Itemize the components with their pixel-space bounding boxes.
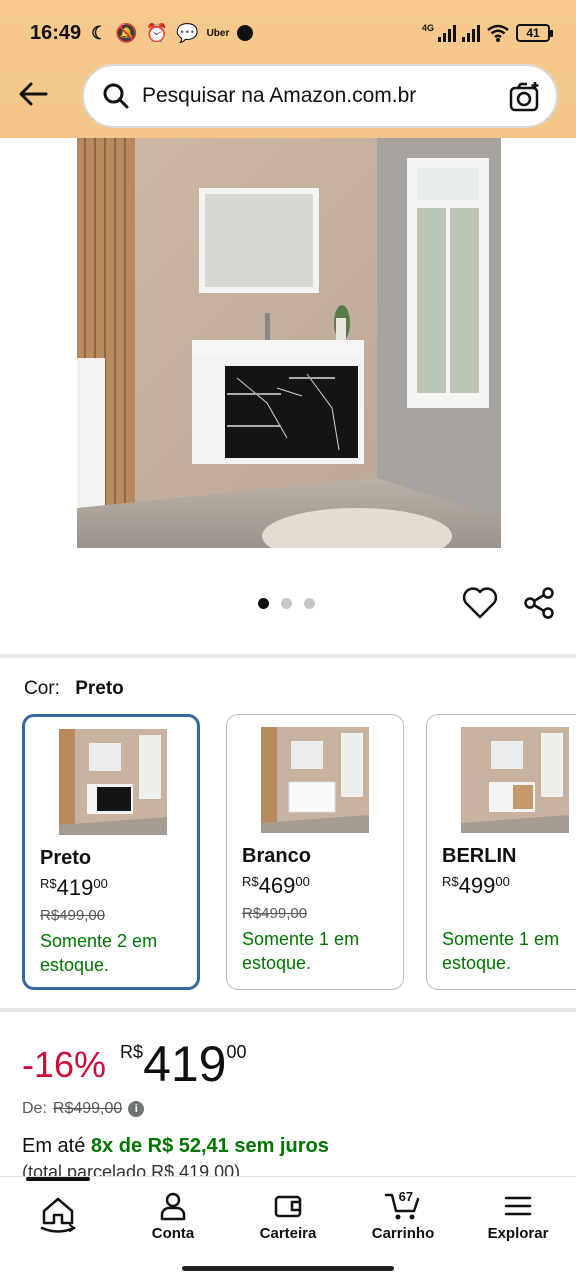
nav-carteira[interactable]: Carteira (238, 1191, 338, 1242)
variant-thumbnail (461, 727, 569, 833)
price-cents: 00 (226, 1042, 247, 1062)
variant-price-cents: 00 (495, 874, 510, 889)
alarm-icon: ⏰ (145, 22, 169, 43)
battery-icon: 41 (516, 24, 553, 42)
bottom-nav: Conta Carteira 67 Carrinho Explorar (0, 1176, 576, 1260)
variant-currency: R$ (242, 874, 259, 889)
variant-card-branco[interactable]: Branco R$46900 R$499,00 Somente 1 em est… (226, 714, 404, 990)
camera-search-icon[interactable] (508, 80, 542, 114)
variant-stock: Somente 2 em estoque. (40, 931, 158, 975)
variant-thumbnail (59, 729, 167, 835)
price-int: 419 (143, 1036, 227, 1092)
menu-icon (504, 1196, 532, 1216)
uber-icon: Uber (206, 27, 230, 39)
section-divider (0, 1008, 576, 1012)
status-bar: 16:49 ☾ 🔕 ⏰ 💬 Uber 4G 41 (30, 18, 553, 48)
heart-icon[interactable] (462, 586, 498, 620)
share-icon[interactable] (522, 586, 556, 620)
nav-explorar[interactable]: Explorar (468, 1191, 568, 1242)
variant-stock: Somente 1 em estoque. (242, 929, 360, 973)
variant-price-int: 469 (258, 873, 296, 898)
color-label-row: Cor: Preto (24, 678, 124, 700)
installments-prefix: Em até (22, 1135, 86, 1157)
carousel-dots (258, 598, 315, 609)
notification-icons: ☾ 🔕 ⏰ 💬 Uber (91, 22, 254, 44)
variant-price-int: 419 (56, 875, 94, 900)
variant-card-preto[interactable]: Preto R$41900 R$499,00 Somente 2 em esto… (22, 714, 200, 990)
variant-name: BERLIN (442, 845, 517, 867)
search-icon (103, 83, 129, 109)
list-price-label: De: (22, 1100, 47, 1117)
price-currency: R$ (120, 1042, 144, 1062)
variant-carousel[interactable]: Preto R$41900 R$499,00 Somente 2 em esto… (22, 714, 576, 994)
back-arrow-icon[interactable] (16, 76, 52, 112)
person-icon (160, 1192, 186, 1221)
selected-color: Preto (75, 678, 124, 699)
nav-carrinho-label: Carrinho (371, 1225, 435, 1242)
bathroom-cabinet-photo (77, 138, 501, 548)
installments-row: Em até 8x de R$ 52,41 sem juros (22, 1135, 329, 1158)
variant-name: Preto (40, 847, 92, 869)
carousel-dot[interactable] (304, 598, 315, 609)
nav-conta[interactable]: Conta (123, 1191, 223, 1242)
variant-currency: R$ (442, 874, 459, 889)
variant-name: Branco (242, 845, 311, 867)
clock: 16:49 (30, 21, 82, 44)
nav-carteira-label: Carteira (259, 1225, 317, 1242)
gesture-home-bar[interactable] (182, 1266, 394, 1271)
main-price: R$ 419 00 (120, 1036, 246, 1092)
variant-old-price: R$499,00 (242, 905, 308, 922)
mute-icon: 🔕 (115, 22, 138, 43)
variant-stock: Somente 1 em estoque. (442, 929, 560, 973)
wifi-icon (487, 24, 509, 42)
signal-icon (438, 24, 456, 42)
variant-thumbnail (261, 727, 369, 833)
variant-currency: R$ (40, 876, 57, 891)
chat-icon: 💬 (176, 22, 199, 43)
wallet-icon (274, 1195, 302, 1218)
variant-price-int: 499 (458, 873, 496, 898)
network-type: 4G (421, 23, 434, 33)
home-icon (40, 1197, 76, 1233)
product-image[interactable] (77, 138, 501, 548)
signal-icon-2 (462, 24, 480, 42)
variant-card-berlin[interactable]: BERLIN R$49900 Somente 1 em estoque. (426, 714, 576, 990)
carousel-dot[interactable] (258, 598, 269, 609)
installments-value: 8x de R$ 52,41 sem juros (90, 1135, 329, 1157)
list-price-row: De: R$499,00 i (22, 1100, 145, 1118)
variant-price-cents: 00 (93, 876, 108, 891)
carousel-dot[interactable] (281, 598, 292, 609)
nav-home[interactable] (8, 1191, 108, 1239)
installments-total: (total parcelado R$ 419,00) (22, 1162, 241, 1176)
color-label: Cor: (24, 678, 60, 699)
app-dot-icon (237, 25, 254, 41)
nav-conta-label: Conta (151, 1225, 195, 1242)
nav-carrinho[interactable]: 67 Carrinho (353, 1189, 453, 1242)
variant-price: R$49900 (442, 873, 510, 899)
active-tab-indicator (26, 1177, 90, 1181)
info-icon[interactable]: i (128, 1101, 145, 1117)
variant-old-price: R$499,00 (40, 907, 106, 924)
app-header: 16:49 ☾ 🔕 ⏰ 💬 Uber 4G 41 Pesquisar na Am… (0, 0, 576, 138)
price-block: -16% R$ 419 00 (22, 1036, 247, 1092)
moon-icon: ☾ (91, 22, 108, 43)
discount-percent: -16% (22, 1044, 107, 1085)
status-right: 4G 41 (421, 23, 553, 43)
variant-price-cents: 00 (295, 874, 310, 889)
status-left: 16:49 ☾ 🔕 ⏰ 💬 Uber (30, 21, 254, 45)
variant-price: R$46900 (242, 873, 310, 899)
search-input[interactable]: Pesquisar na Amazon.com.br (142, 84, 416, 108)
section-divider (0, 654, 576, 658)
nav-explorar-label: Explorar (487, 1225, 549, 1242)
search-bar[interactable]: Pesquisar na Amazon.com.br (82, 64, 558, 128)
list-price-value: R$499,00 (52, 1100, 123, 1117)
cart-count: 67 (398, 1189, 414, 1204)
variant-price: R$41900 (40, 875, 108, 901)
